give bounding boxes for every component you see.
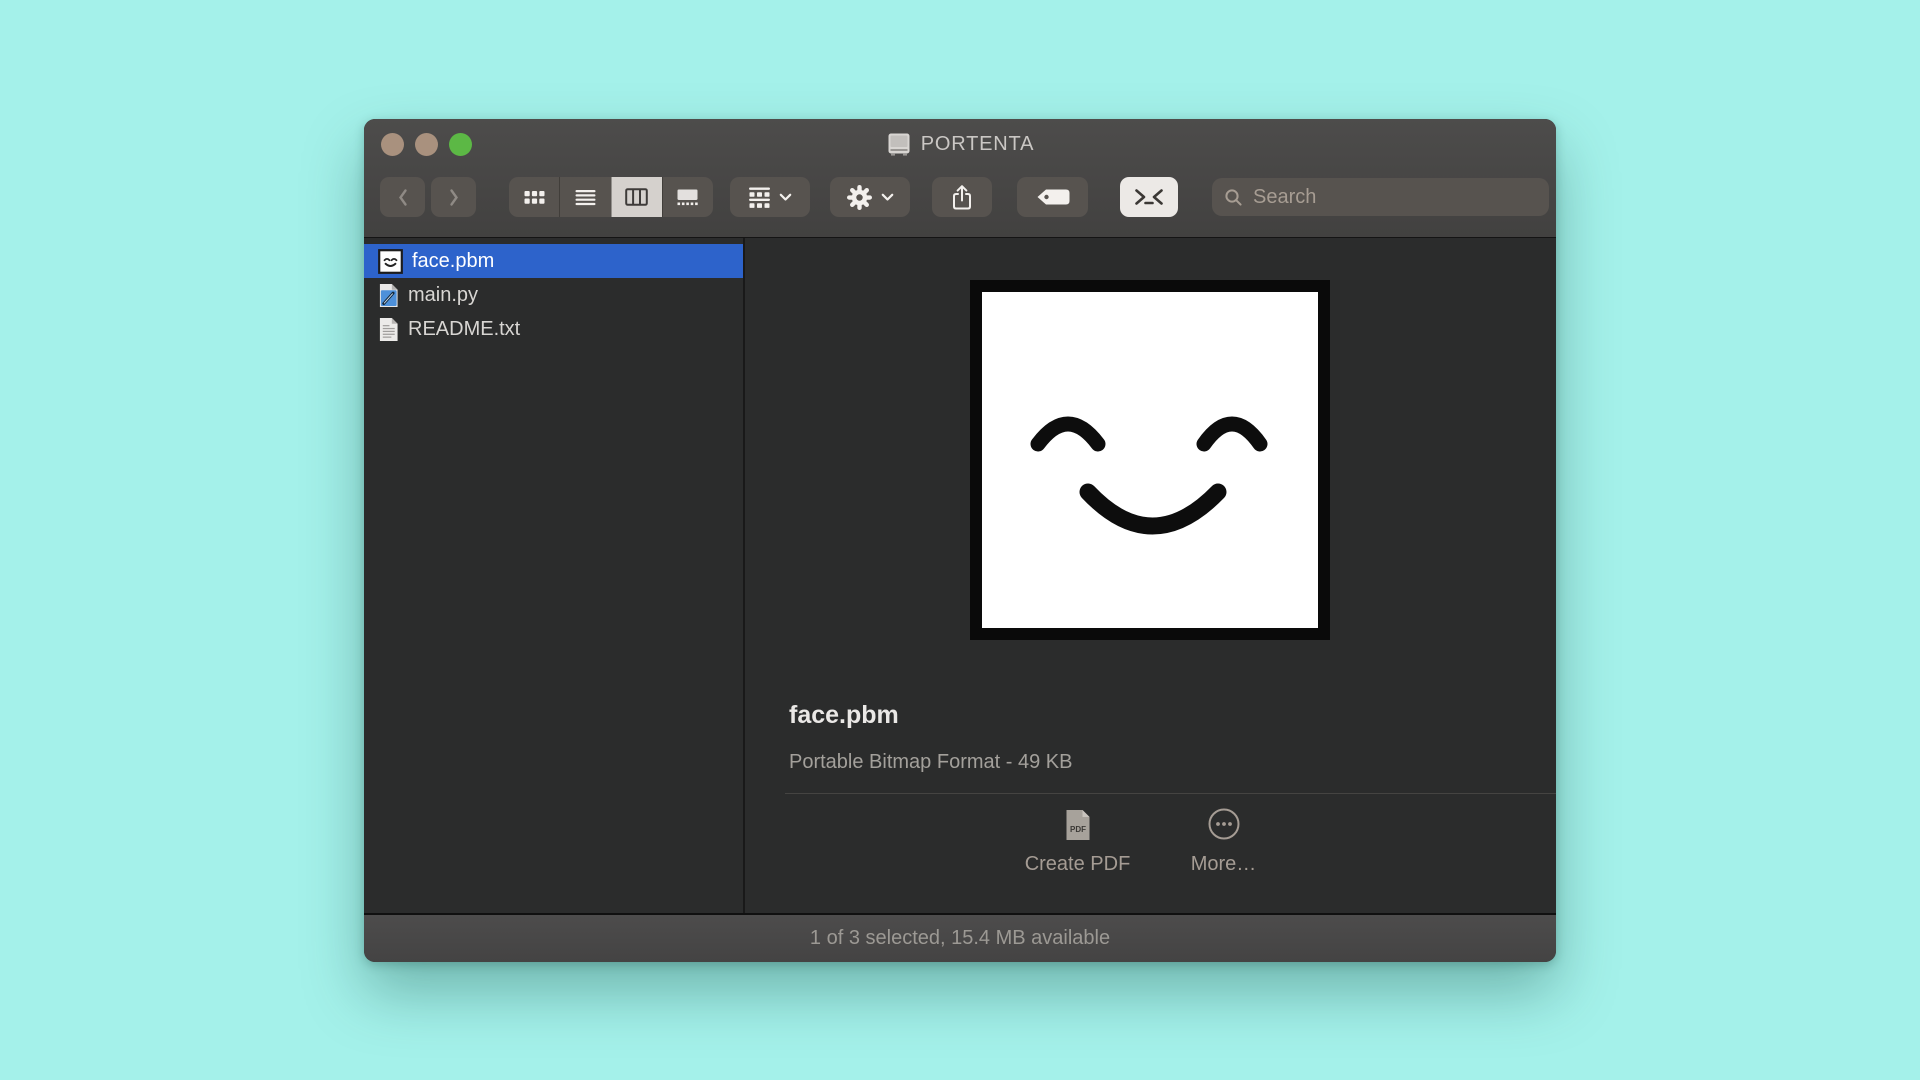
squint-face-icon — [1132, 186, 1166, 208]
chevron-down-icon — [881, 193, 894, 202]
share-button[interactable] — [932, 177, 992, 217]
chevron-down-icon — [779, 193, 792, 202]
file-name: README.txt — [408, 318, 520, 341]
smiley-face-graphic — [982, 292, 1318, 628]
preview-divider — [785, 793, 1556, 794]
preview-image-smiley-bitmap — [970, 280, 1330, 640]
group-by-button[interactable] — [730, 177, 810, 217]
preview-file-info: Portable Bitmap Format - 49 KB — [789, 751, 1072, 774]
file-row-main-py[interactable]: main.py — [364, 278, 743, 312]
preview-pane: face.pbm Portable Bitmap Format - 49 KB … — [745, 238, 1556, 913]
status-text: 1 of 3 selected, 15.4 MB available — [810, 927, 1110, 950]
file-name: main.py — [408, 284, 478, 307]
group-icon — [749, 187, 770, 208]
window-chrome: PORTENTA — [364, 119, 1556, 238]
svg-text:PDF: PDF — [1070, 825, 1086, 834]
quick-actions: PDF Create PDF More… — [745, 805, 1556, 876]
tags-button[interactable] — [1017, 177, 1088, 217]
more-actions-button[interactable]: More… — [1168, 805, 1280, 876]
column-view-button[interactable] — [611, 177, 662, 217]
create-pdf-label: Create PDF — [1025, 853, 1131, 876]
pdf-document-icon: PDF — [1065, 805, 1091, 841]
window-title: PORTENTA — [921, 133, 1034, 156]
back-button[interactable] — [380, 177, 425, 217]
bitmap-thumbnail-icon — [378, 249, 403, 274]
external-drive-icon — [886, 132, 912, 156]
tag-icon — [1035, 187, 1071, 207]
file-list-column: face.pbm main.py — [364, 238, 745, 913]
toolbar — [364, 169, 1556, 238]
forward-icon — [448, 188, 460, 207]
back-icon — [397, 188, 409, 207]
column-view-icon — [625, 188, 648, 206]
preview-file-name: face.pbm — [789, 701, 899, 730]
squint-face-app-button[interactable] — [1120, 177, 1178, 217]
gallery-view-button[interactable] — [662, 177, 713, 217]
python-document-icon — [378, 283, 399, 308]
text-document-icon — [378, 317, 399, 342]
icon-view-icon — [524, 189, 545, 206]
window-title-area: PORTENTA — [364, 119, 1556, 169]
create-pdf-button[interactable]: PDF Create PDF — [1022, 805, 1134, 876]
file-name: face.pbm — [412, 250, 494, 273]
status-bar: 1 of 3 selected, 15.4 MB available — [364, 913, 1556, 962]
title-bar[interactable]: PORTENTA — [364, 119, 1556, 169]
list-view-button[interactable] — [559, 177, 610, 217]
file-row-readme-txt[interactable]: README.txt — [364, 312, 743, 346]
search-input[interactable] — [1251, 185, 1537, 210]
finder-window: PORTENTA — [364, 119, 1556, 962]
ellipsis-circle-icon — [1207, 805, 1241, 841]
more-actions-label: More… — [1191, 853, 1257, 876]
forward-button[interactable] — [431, 177, 476, 217]
icon-view-button[interactable] — [509, 177, 559, 217]
search-field[interactable] — [1212, 178, 1549, 216]
gear-icon — [847, 185, 872, 210]
file-row-face-pbm[interactable]: face.pbm — [364, 244, 743, 278]
list-view-icon — [575, 189, 596, 206]
action-menu-button[interactable] — [830, 177, 910, 217]
view-mode-segmented-control — [509, 177, 713, 217]
share-icon — [950, 184, 974, 211]
search-icon — [1224, 188, 1243, 207]
gallery-view-icon — [677, 189, 698, 206]
